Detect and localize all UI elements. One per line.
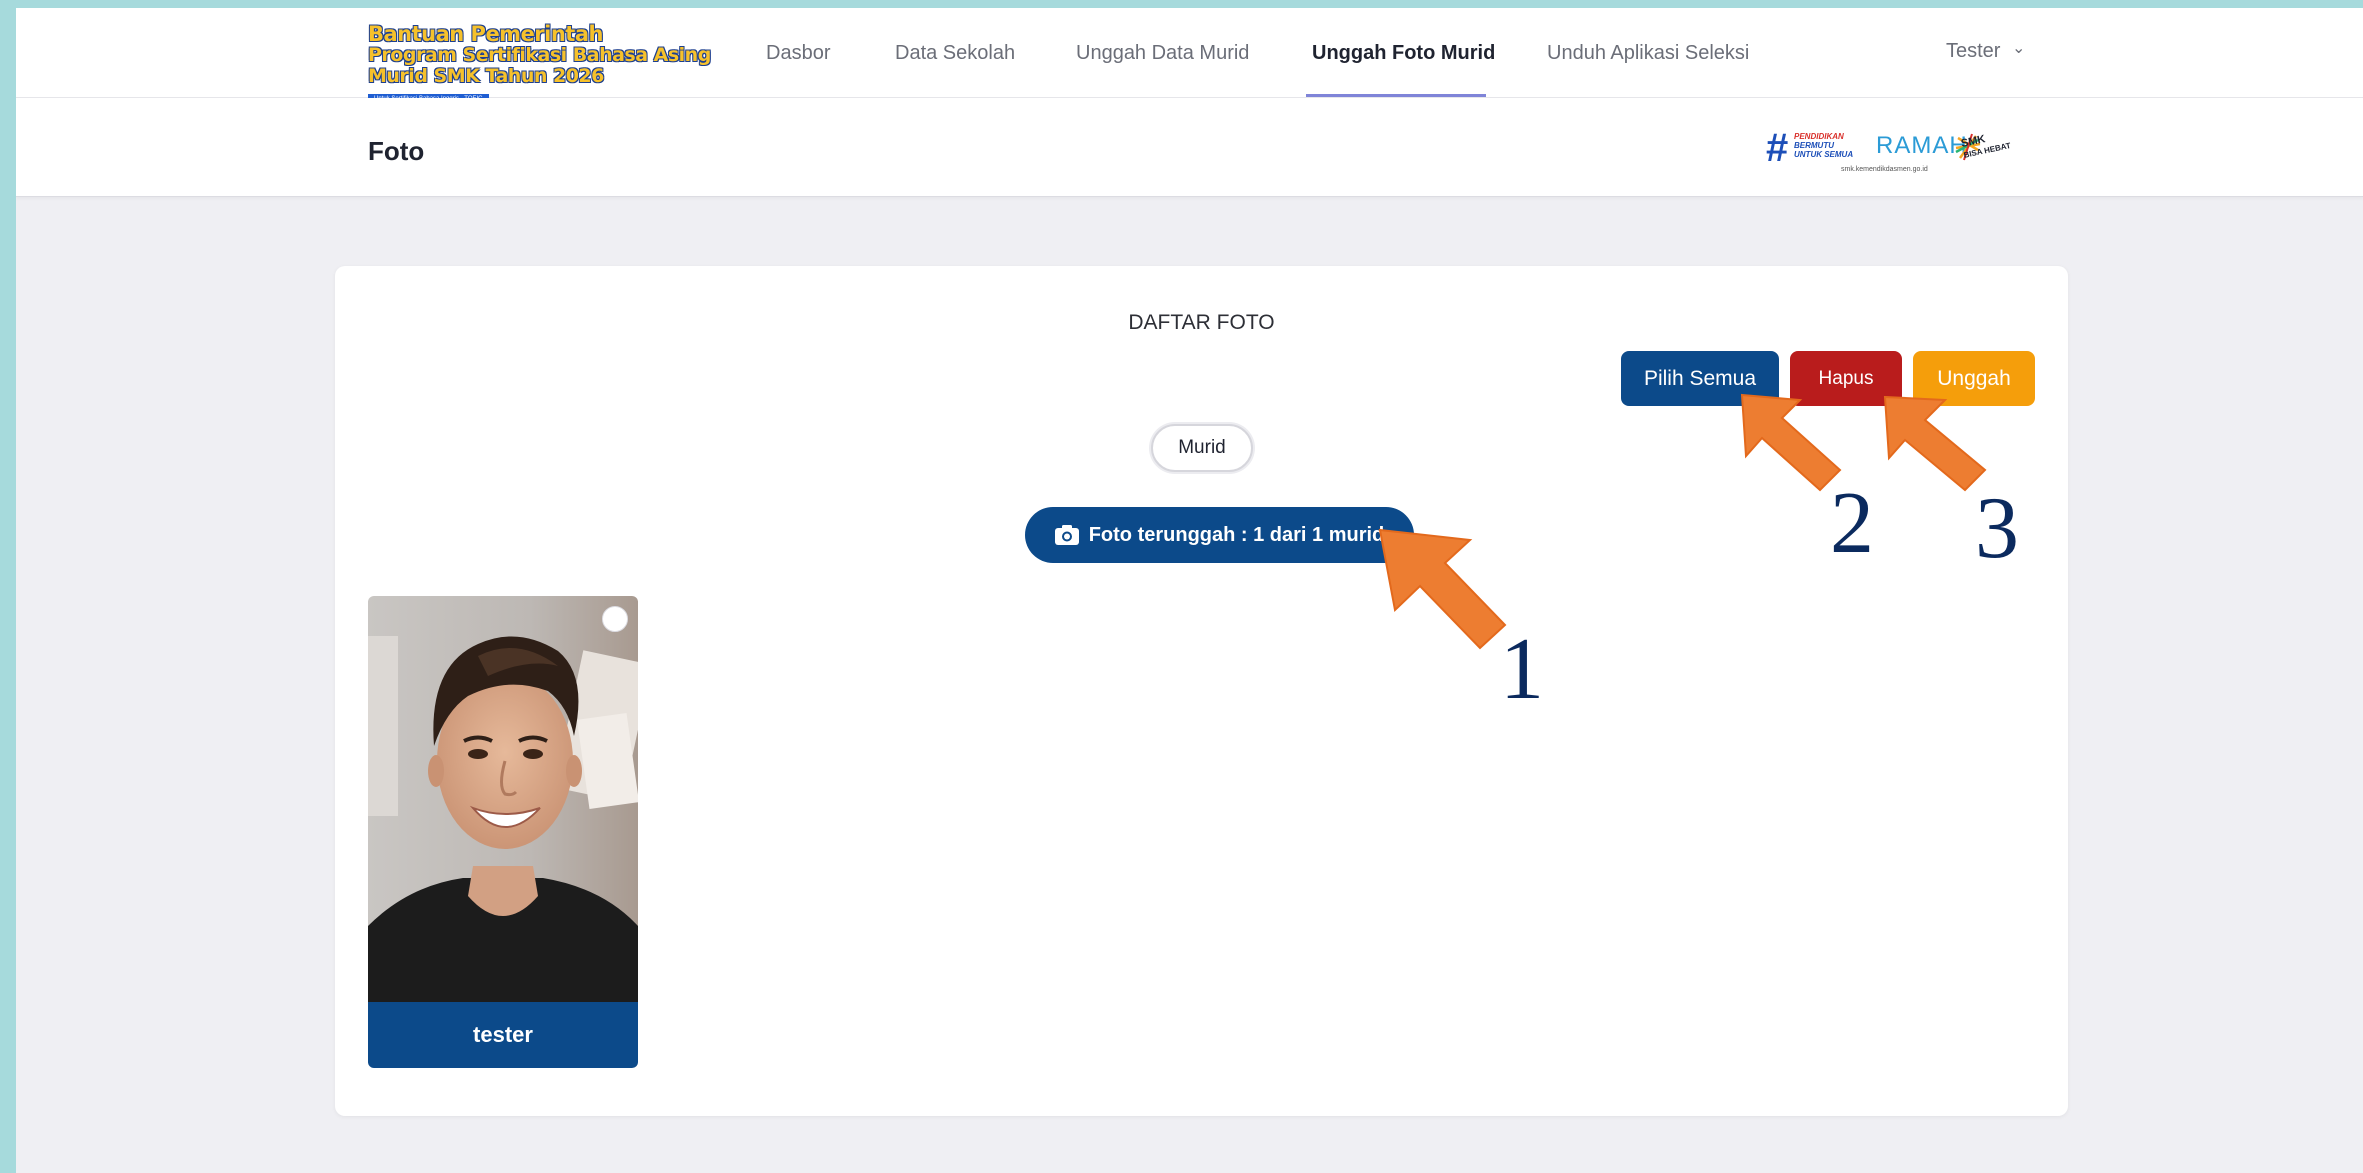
student-photo — [368, 596, 638, 1002]
user-name: Tester — [1946, 40, 2001, 62]
hashtag-logo: # — [1766, 126, 1789, 170]
page-title: Foto — [368, 136, 425, 166]
nav-dasbor[interactable]: Dasbor — [766, 42, 830, 65]
nav-data-sekolah[interactable]: Data Sekolah — [895, 42, 1015, 65]
active-tab-indicator — [1306, 94, 1486, 97]
nav-unggah-foto-murid[interactable]: Unggah Foto Murid — [1312, 42, 1495, 65]
chevron-down-icon: ⌄ — [2012, 40, 2026, 57]
photo-list-card: DAFTAR FOTO Pilih Semua Hapus Unggah Mur… — [335, 266, 2068, 1116]
photo-caption: tester — [368, 1002, 638, 1068]
pendidikan-bermutu-logo: PENDIDIKAN BERMUTU UNTUK SEMUA — [1794, 132, 1854, 159]
logo-line-2: Program Sertifikasi Bahasa Asing — [368, 44, 711, 66]
card-title: DAFTAR FOTO — [1128, 311, 1275, 334]
tab-murid[interactable]: Murid — [1151, 424, 1253, 472]
photo-select-checkbox[interactable] — [602, 606, 628, 632]
upload-button[interactable]: Unggah — [1913, 351, 2035, 406]
camera-icon — [1054, 525, 1079, 545]
page-header: Foto # PENDIDIKAN BERMUTU UNTUK SEMUA RA… — [16, 98, 2363, 197]
app-window: Bantuan Pemerintah Program Sertifikasi B… — [16, 8, 2363, 1173]
partner-logos: # PENDIDIKAN BERMUTU UNTUK SEMUA RAMAH S… — [1766, 128, 2046, 178]
upload-counter-text: Foto terunggah : 1 dari 1 murid — [1088, 523, 1385, 546]
top-navbar: Bantuan Pemerintah Program Sertifikasi B… — [16, 8, 2363, 105]
select-all-button[interactable]: Pilih Semua — [1621, 351, 1779, 406]
upload-counter-badge: Foto terunggah : 1 dari 1 murid — [1025, 507, 1414, 563]
student-photo-card[interactable]: tester — [368, 596, 638, 1068]
nav-unggah-data-murid[interactable]: Unggah Data Murid — [1076, 42, 1249, 65]
partner-url: smk.kemendikdasmen.go.id — [1841, 166, 1928, 173]
delete-button[interactable]: Hapus — [1790, 351, 1902, 406]
logo-line-3: Murid SMK Tahun 2026 — [368, 65, 604, 87]
user-menu[interactable]: Tester ⌄ — [1946, 40, 2025, 63]
logo-line-1: Bantuan Pemerintah — [368, 22, 603, 46]
nav-unduh-aplikasi-seleksi[interactable]: Unduh Aplikasi Seleksi — [1547, 42, 1749, 65]
